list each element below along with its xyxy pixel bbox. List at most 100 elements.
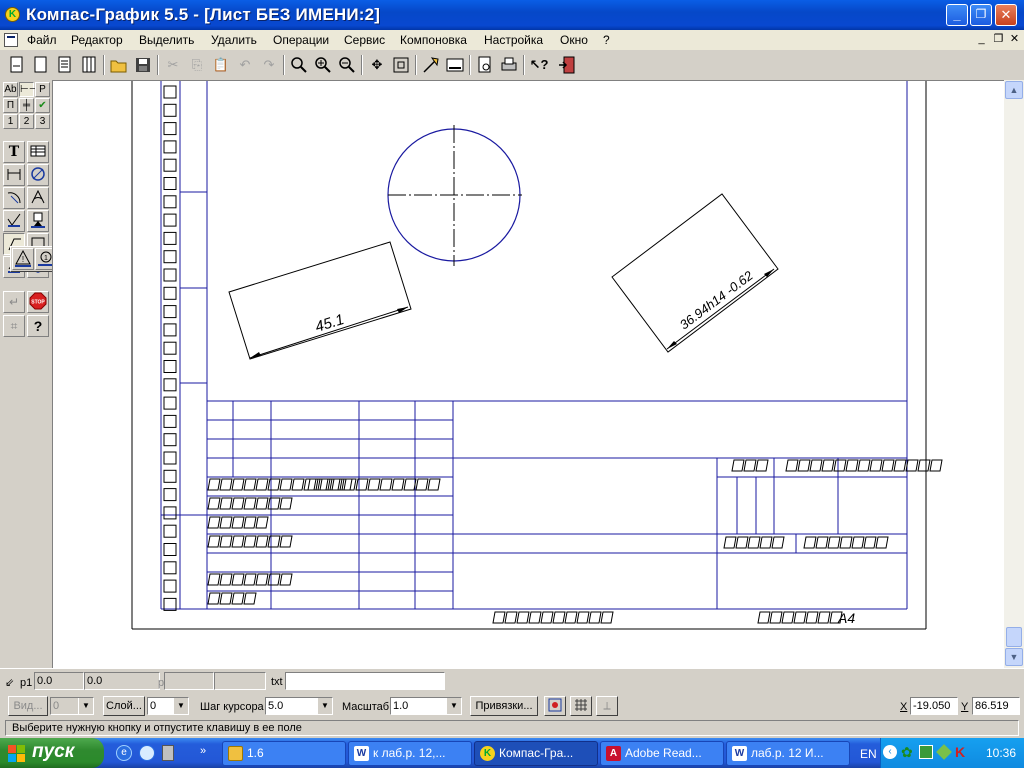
tolerance-leader-icon[interactable]: ! (12, 248, 34, 270)
taskbar-item-folder[interactable]: 1.6 (222, 741, 346, 766)
document-menu-icon[interactable] (4, 33, 18, 47)
taskbar-item-adobe[interactable]: A Adobe Read... (600, 741, 724, 766)
show-all-icon[interactable] (390, 54, 412, 76)
device-quicklaunch-icon[interactable] (162, 745, 174, 761)
stop-icon[interactable]: STOP (27, 291, 49, 313)
ie-quicklaunch-icon[interactable]: e (116, 745, 132, 761)
p-x-field[interactable] (164, 672, 214, 690)
new-text-doc-icon[interactable] (54, 54, 76, 76)
print-icon[interactable] (498, 54, 520, 76)
cut-icon[interactable]: ✂ (162, 54, 184, 76)
tab-select[interactable]: ✔ (35, 98, 50, 113)
p1-x-field[interactable]: 0.0 (34, 672, 84, 690)
cursor-step-select[interactable]: 5.0 ▼ (265, 697, 333, 715)
tray-antivirus-icon[interactable]: K (955, 744, 969, 760)
help-icon[interactable]: ? (27, 315, 49, 337)
snaps-button[interactable]: Привязки... (470, 696, 538, 716)
language-indicator[interactable]: EN (860, 747, 877, 761)
scroll-up-icon[interactable]: ▲ (1005, 81, 1023, 99)
cursor-y-field[interactable]: 86.519 (972, 697, 1020, 715)
text-tool-icon[interactable]: T (3, 141, 25, 163)
zoom-in-icon[interactable] (312, 54, 334, 76)
tab-measure[interactable]: ╪ (19, 98, 34, 113)
menu-file[interactable]: Файл (27, 33, 57, 47)
drawing-area[interactable]: 45.1 36.94h14 -0.62 А4 (52, 80, 1004, 668)
scroll-thumb[interactable] (1006, 627, 1022, 647)
desktop-quicklaunch-icon[interactable] (139, 745, 155, 761)
restore-button[interactable]: ❐ (970, 4, 992, 26)
menu-operations[interactable]: Операции (273, 33, 329, 47)
diameter-dimension-icon[interactable] (27, 164, 49, 186)
scroll-down-icon[interactable]: ▼ (1005, 648, 1023, 666)
menu-editor[interactable]: Редактор (71, 33, 123, 47)
enter-object-icon[interactable]: ↵ (3, 291, 25, 313)
tray-security-icon[interactable] (936, 744, 952, 760)
vertical-scrollbar[interactable]: ▲ ▼ (1004, 80, 1024, 668)
new-fragment-icon[interactable] (30, 54, 52, 76)
tray-network-icon[interactable] (919, 745, 933, 759)
tab-dimensions[interactable]: ⊢⊣ (19, 82, 37, 97)
view-select[interactable]: 0 ▼ (50, 697, 94, 715)
p1-y-field[interactable]: 0.0 (84, 672, 160, 690)
zoom-window-icon[interactable] (288, 54, 310, 76)
angular-dimension-icon[interactable] (27, 187, 49, 209)
tab-edit[interactable]: P (35, 82, 50, 97)
snap-settings-icon[interactable] (544, 696, 566, 716)
radial-dimension-icon[interactable] (3, 187, 25, 209)
start-button[interactable]: пуск (0, 738, 104, 768)
tab-1[interactable]: 1 (3, 114, 18, 129)
scale-select[interactable]: 1.0 ▼ (390, 697, 462, 715)
new-spec-icon[interactable] (78, 54, 100, 76)
tray-expand-icon[interactable]: ‹ (883, 745, 897, 759)
tab-2[interactable]: 2 (19, 114, 34, 129)
copy-icon[interactable]: ⎘ (186, 54, 208, 76)
snap-icon[interactable]: ⌗ (3, 315, 25, 337)
menu-window[interactable]: Окно (560, 33, 588, 47)
txt-field[interactable] (285, 672, 445, 690)
taskbar-item-kompas[interactable]: K Компас-Гра... (474, 741, 598, 766)
taskbar-item-word-1[interactable]: W к лаб.р. 12,... (348, 741, 472, 766)
linear-dimension-icon[interactable] (3, 164, 25, 186)
print-preview-icon[interactable] (474, 54, 496, 76)
layer-button[interactable]: Слой... (103, 696, 145, 716)
menu-service[interactable]: Сервис (344, 33, 385, 47)
redo-icon[interactable]: ↷ (258, 54, 280, 76)
clock[interactable]: 10:36 (986, 746, 1016, 760)
ortho-icon[interactable]: ⟂ (596, 696, 618, 716)
base-mark-icon[interactable] (27, 210, 49, 232)
p-y-field[interactable] (214, 672, 266, 690)
tab-parametrize[interactable]: П (3, 98, 18, 113)
save-disk-icon[interactable] (132, 54, 154, 76)
table-tool-icon[interactable] (27, 141, 49, 163)
menu-delete[interactable]: Удалить (211, 33, 257, 47)
menu-layout[interactable]: Компоновка (400, 33, 467, 47)
tab-3[interactable]: 3 (35, 114, 50, 129)
screen-refresh-icon[interactable] (444, 54, 466, 76)
menu-help[interactable]: ? (603, 33, 610, 47)
new-sheet-icon[interactable] (6, 54, 28, 76)
layer-select[interactable]: 0 ▼ (147, 697, 189, 715)
taskbar-item-word-2[interactable]: W лаб.р. 12 И... (726, 741, 850, 766)
menu-select[interactable]: Выделить (139, 33, 194, 47)
close-button[interactable]: ✕ (995, 4, 1017, 26)
open-folder-icon[interactable] (108, 54, 130, 76)
exit-icon[interactable] (556, 54, 578, 76)
view-button[interactable]: Вид... (8, 696, 48, 716)
kompas-app-icon[interactable]: K (5, 7, 20, 22)
doc-minimize-button[interactable]: _ (974, 33, 989, 46)
menu-settings[interactable]: Настройка (484, 33, 543, 47)
cursor-x-field[interactable]: -19.050 (910, 697, 958, 715)
tray-app-icon[interactable]: ✿ (901, 745, 916, 760)
minimize-button[interactable]: _ (946, 4, 968, 26)
doc-close-button[interactable]: ✕ (1007, 33, 1022, 46)
pan-icon[interactable]: ✥ (366, 54, 388, 76)
roughness-icon[interactable] (3, 210, 25, 232)
doc-restore-button[interactable]: ❐ (991, 33, 1006, 46)
tab-text-tools[interactable]: Ab (3, 82, 18, 97)
regenerate-icon[interactable] (420, 54, 442, 76)
zoom-out-icon[interactable] (336, 54, 358, 76)
quicklaunch-more-icon[interactable]: » (200, 745, 206, 757)
undo-icon[interactable]: ↶ (234, 54, 256, 76)
context-help-icon[interactable]: ↖? (528, 54, 550, 76)
grid-icon[interactable] (570, 696, 592, 716)
